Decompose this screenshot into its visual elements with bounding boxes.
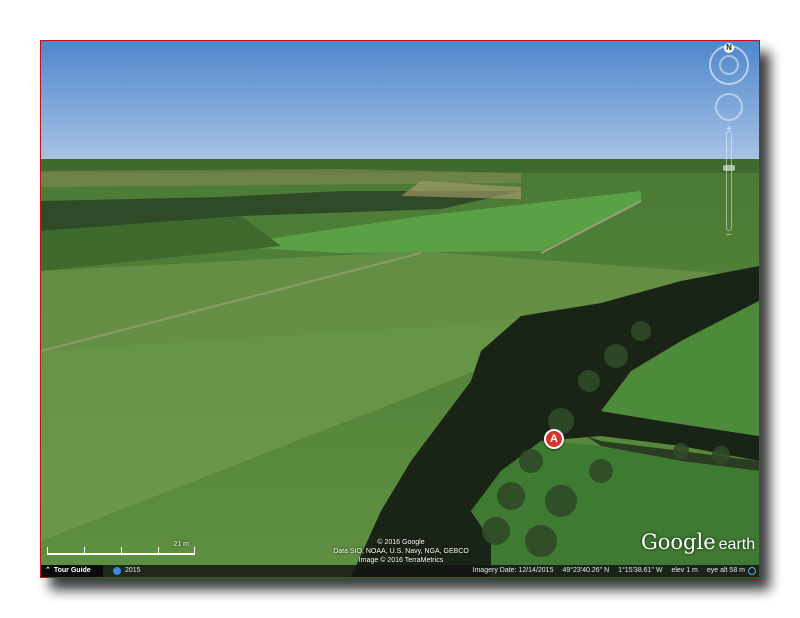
- scale-label: 21 m: [173, 541, 189, 548]
- elevation: elev 1 m: [671, 567, 698, 574]
- compass-center[interactable]: [719, 55, 739, 75]
- image-credit-text: Image © 2016 TerraMetrics: [358, 557, 444, 564]
- eye-altitude: eye alt 58 m: [706, 567, 745, 574]
- sky: [41, 41, 759, 161]
- north-indicator[interactable]: N: [724, 43, 734, 53]
- zoom-slider-thumb[interactable]: [723, 165, 735, 171]
- scale-tick: [121, 547, 122, 555]
- scale-tick: [194, 547, 195, 555]
- historical-imagery-button[interactable]: 2015: [113, 565, 141, 577]
- status-bar: ⌃ Tour Guide 2015 Imagery Date: 12/14/201…: [41, 565, 759, 577]
- google-earth-logo: Google earth: [641, 530, 755, 554]
- zoom-slider[interactable]: [726, 131, 732, 231]
- attribution: © 2016 Google Data SIO, NOAA, U.S. Navy,…: [311, 538, 491, 565]
- imagery-year: 2015: [125, 567, 141, 574]
- copyright-text: © 2016 Google: [377, 539, 425, 546]
- navigation-controls[interactable]: N + −: [709, 43, 753, 241]
- tour-guide-button[interactable]: ⌃ Tour Guide: [41, 565, 103, 577]
- streaming-status-icon: [748, 567, 756, 575]
- chevron-up-icon: ⌃: [45, 567, 51, 574]
- latitude: 49°23'40.26" N: [562, 567, 610, 574]
- scale-bar: 21 m: [47, 541, 195, 557]
- terrain-scene[interactable]: [41, 41, 759, 577]
- scale-tick: [47, 547, 48, 555]
- placemark-marker[interactable]: A: [544, 429, 564, 449]
- scale-tick: [158, 547, 159, 555]
- scale-tick: [84, 547, 85, 555]
- zoom-out-button[interactable]: −: [723, 231, 735, 241]
- coordinate-readout: Imagery Date: 12/14/2015 49°23'40.26" N …: [466, 565, 745, 577]
- imagery-date: Imagery Date: 12/14/2015: [472, 567, 554, 574]
- earth-viewport[interactable]: N + − A 21 m © 2016 Google Data SIO, NOA…: [40, 40, 760, 578]
- clock-icon: [113, 567, 121, 575]
- data-sources-text: Data SIO, NOAA, U.S. Navy, NGA, GEBCO: [333, 548, 469, 555]
- longitude: 1°15'38.61" W: [618, 567, 663, 574]
- logo-product: earth: [718, 536, 756, 553]
- look-joystick[interactable]: [715, 93, 743, 121]
- logo-brand: Google: [641, 530, 716, 554]
- tour-guide-label: Tour Guide: [53, 567, 91, 574]
